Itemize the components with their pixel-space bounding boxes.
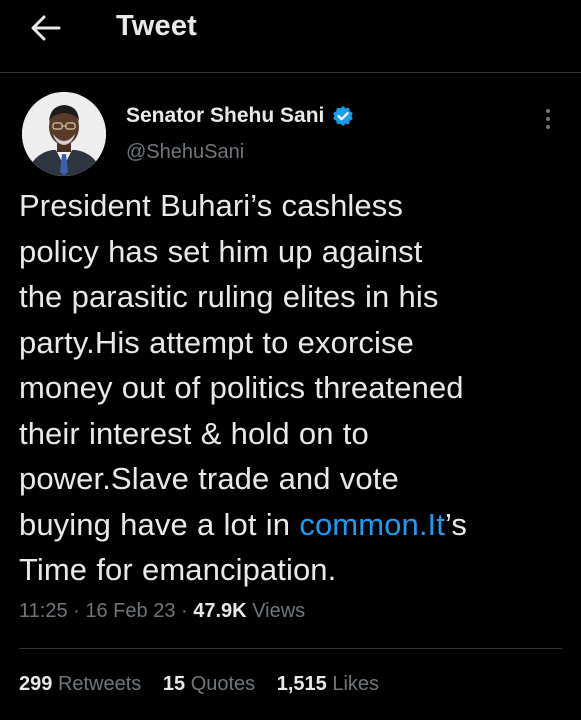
profile-photo <box>22 92 106 176</box>
views-count: 47.9K <box>193 600 247 622</box>
tweet-stats: 299 Retweets 15 Quotes 1,515 Likes <box>19 673 395 696</box>
tweet-line-text: ’s <box>444 506 467 542</box>
quotes-label: Quotes <box>190 673 256 695</box>
more-dot-icon <box>546 117 550 121</box>
tweet-line: their interest & hold on to <box>19 415 369 451</box>
tweet-line-text: buying have a lot in <box>19 506 300 542</box>
likes-label: Likes <box>332 673 380 695</box>
back-button[interactable] <box>26 10 66 46</box>
retweets-count: 299 <box>19 673 53 695</box>
tweet-date[interactable]: 16 Feb 23 <box>85 600 175 622</box>
divider <box>19 648 562 649</box>
more-options-button[interactable] <box>538 104 558 134</box>
tweet-line: the parasitic ruling elites in his <box>19 279 439 314</box>
author-name-text: Senator Shehu Sani <box>126 104 325 127</box>
more-dot-icon <box>546 125 550 129</box>
meta-separator: · <box>73 600 80 622</box>
tweet-line: Time for emancipation. <box>19 552 337 587</box>
tweet-line: policy has set him up against <box>19 233 423 269</box>
verified-badge-icon <box>333 106 354 126</box>
quotes-count: 15 <box>162 673 186 695</box>
tweet-line: power.Slave trade and vote <box>19 461 399 496</box>
views-label: Views <box>252 600 306 622</box>
arrow-left-icon <box>31 15 61 41</box>
more-dot-icon <box>546 109 550 113</box>
author-name[interactable]: Senator Shehu Sani <box>126 104 354 128</box>
page-title: Tweet <box>116 10 198 42</box>
tweet-meta: 11:25 · 16 Feb 23 · 47.9K Views <box>19 600 305 623</box>
tweet-time[interactable]: 11:25 <box>19 600 68 622</box>
author-handle[interactable]: @ShehuSani <box>126 141 244 164</box>
header-bar: Tweet <box>0 0 581 73</box>
quotes-stat[interactable]: 15 Quotes <box>163 673 255 695</box>
tweet-line: President Buhari’s cashless <box>19 188 403 223</box>
likes-count: 1,515 <box>276 673 327 695</box>
likes-stat[interactable]: 1,515 Likes <box>277 673 379 695</box>
tweet-text: President Buhari’s cashless policy has s… <box>19 183 569 593</box>
meta-separator: · <box>181 600 188 622</box>
tweet-line: money out of politics threatened <box>19 370 464 405</box>
retweets-stat[interactable]: 299 Retweets <box>19 673 141 695</box>
tweet-line: party.His attempt to exorcise <box>19 324 414 360</box>
avatar[interactable] <box>22 92 106 176</box>
retweets-label: Retweets <box>57 673 142 695</box>
tweet-page: Tweet Senator Shehu Sani @ShehuSani Pres… <box>0 0 581 720</box>
tweet-line: buying have a lot in common.It’s <box>19 502 569 548</box>
tweet-link[interactable]: common.It <box>299 507 445 542</box>
